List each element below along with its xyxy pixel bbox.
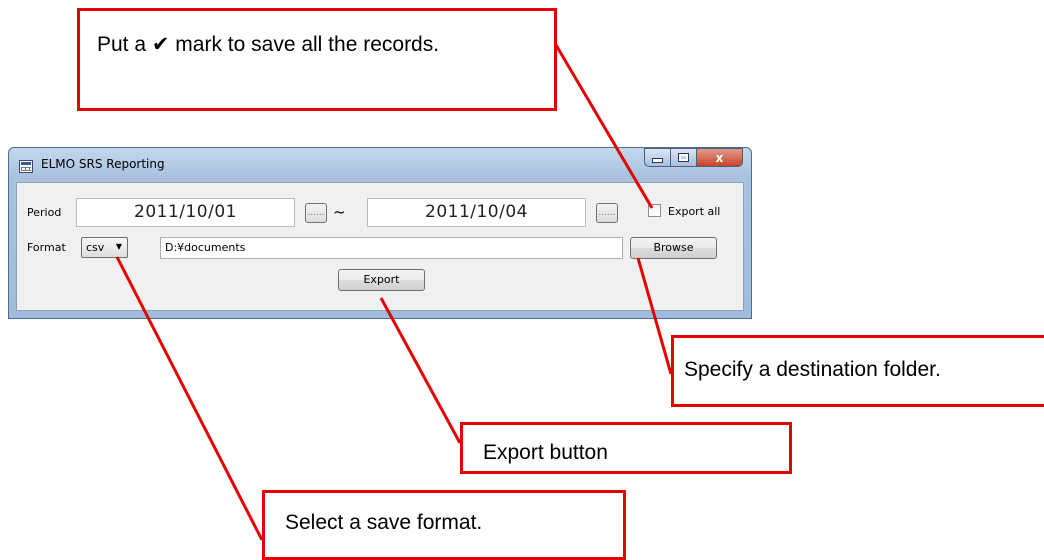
report-form: Period 2011/10/01 ...... ~ 2011/10/04 ..… [16, 182, 744, 311]
callout-destination-text: Specify a destination folder. [684, 358, 941, 381]
calendar-icon: ...... [598, 207, 616, 218]
calendar-grid-icon [19, 160, 33, 173]
app-window: ELMO SRS Reporting x Period 2011/10/01 .… [8, 147, 752, 319]
period-label: Period [27, 206, 62, 219]
leader-line-export-button [379, 297, 462, 444]
window-title: ELMO SRS Reporting [41, 157, 165, 171]
title-bar[interactable]: ELMO SRS Reporting x [9, 148, 751, 182]
export-all-label[interactable]: Export all [668, 205, 720, 218]
calendar-icon: ...... [307, 207, 325, 218]
format-value: csv [86, 241, 105, 254]
close-icon: x [715, 150, 724, 165]
end-date-field[interactable]: 2011/10/04 [367, 198, 586, 227]
maximize-icon [678, 153, 689, 162]
export-all-checkbox[interactable] [648, 204, 661, 217]
callout-destination: Specify a destination folder. [671, 335, 1044, 407]
triangle-down-icon: ▼ [115, 242, 122, 251]
minimize-icon [652, 158, 663, 163]
maximize-button[interactable] [671, 148, 697, 167]
format-select[interactable]: csv ▼ [81, 237, 128, 258]
export-button[interactable]: Export [338, 269, 425, 291]
close-button[interactable]: x [697, 148, 743, 167]
callout-save-format-text: Select a save format. [285, 511, 483, 534]
browse-button[interactable]: Browse [630, 237, 717, 259]
callout-export-button: Export button [460, 422, 792, 474]
minimize-button[interactable] [644, 148, 671, 167]
callout-export-all: Put a ✔ mark to save all the records. [77, 8, 557, 111]
window-controls: x [644, 148, 743, 168]
callout-save-format: Select a save format. [262, 490, 626, 560]
format-label: Format [27, 241, 66, 254]
end-date-calendar-button[interactable]: ...... [596, 203, 618, 223]
destination-path-field[interactable]: D:¥documents [160, 237, 623, 259]
callout-export-button-text: Export button [483, 441, 608, 464]
callout-export-all-text: Put a ✔ mark to save all the records. [97, 33, 440, 56]
start-date-calendar-button[interactable]: ...... [305, 203, 327, 223]
range-separator: ~ [333, 203, 346, 221]
start-date-field[interactable]: 2011/10/01 [76, 198, 295, 227]
